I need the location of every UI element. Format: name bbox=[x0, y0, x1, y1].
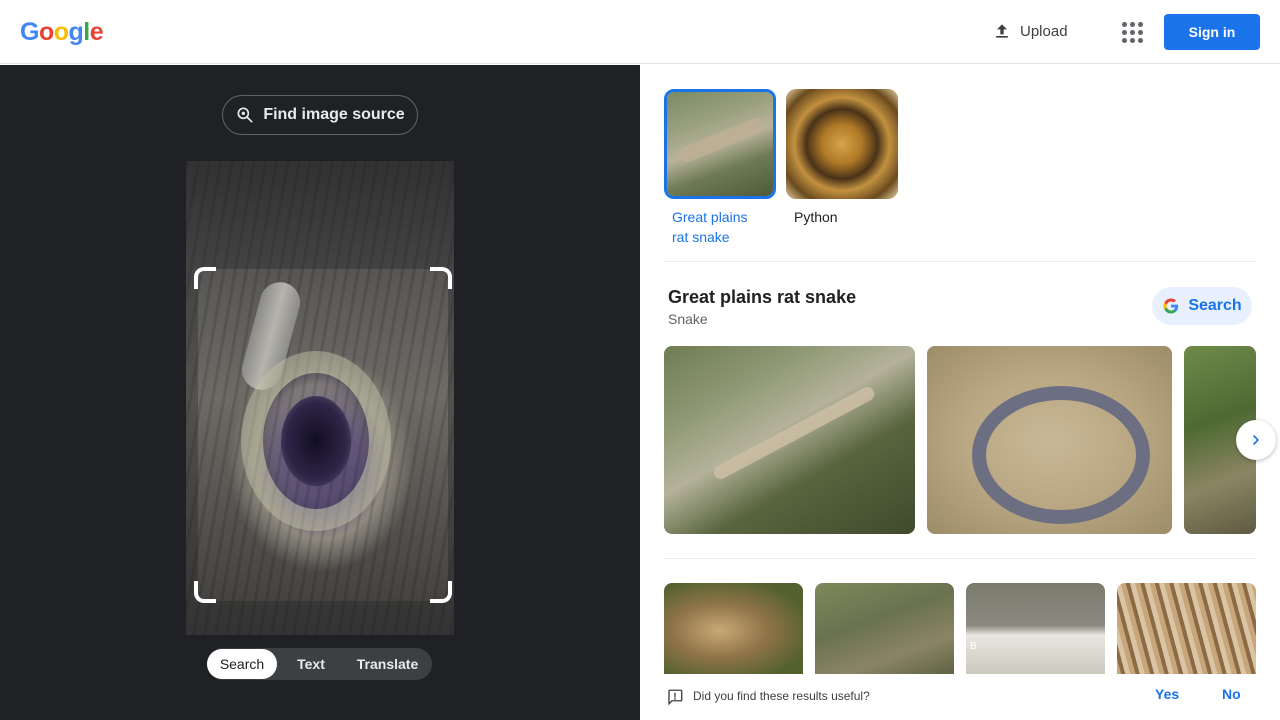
crop-selection-box[interactable] bbox=[194, 267, 452, 603]
find-image-source-button[interactable]: Find image source bbox=[222, 95, 418, 135]
mode-switch: Search Text Translate bbox=[207, 648, 432, 680]
result-image[interactable] bbox=[1117, 583, 1256, 678]
logo-letter: e bbox=[89, 18, 104, 46]
logo-letter: G bbox=[20, 18, 39, 46]
logo-letter: g bbox=[68, 18, 84, 46]
result-image[interactable]: B bbox=[966, 583, 1105, 678]
crop-handle-bottom-left[interactable] bbox=[194, 581, 216, 603]
google-g-icon bbox=[1163, 298, 1179, 314]
feedback-no-button[interactable]: No bbox=[1222, 686, 1241, 702]
header: Google Upload Sign in bbox=[0, 0, 1280, 64]
upload-button[interactable]: Upload bbox=[992, 21, 1068, 41]
result-subtitle: Snake bbox=[668, 311, 708, 327]
chevron-right-icon bbox=[1253, 435, 1259, 445]
feedback-bar: Did you find these results useful? Yes N… bbox=[640, 674, 1280, 720]
chip-thumbnail bbox=[786, 89, 898, 199]
mode-search-tab[interactable]: Search bbox=[207, 649, 277, 679]
result-image[interactable] bbox=[927, 346, 1172, 534]
chip-thumbnail bbox=[664, 89, 776, 199]
chip-label: Great plains rat snake bbox=[672, 209, 748, 245]
lens-search-icon bbox=[237, 107, 253, 123]
thumbnail-letter: B bbox=[970, 641, 977, 652]
crop-handle-top-right[interactable] bbox=[430, 267, 452, 289]
logo-letter: o bbox=[38, 18, 54, 46]
apps-grid-icon[interactable] bbox=[1120, 20, 1144, 44]
divider bbox=[664, 261, 1256, 262]
mode-translate-tab[interactable]: Translate bbox=[345, 649, 430, 679]
entity-chip-python[interactable]: Python bbox=[786, 89, 898, 227]
upload-label: Upload bbox=[1020, 22, 1068, 40]
results-panel: Great plains rat snake Python Great plai… bbox=[640, 65, 1280, 720]
upload-icon bbox=[996, 24, 1008, 38]
mode-text-tab[interactable]: Text bbox=[277, 649, 345, 679]
crop-handle-top-left[interactable] bbox=[194, 267, 216, 289]
result-image[interactable] bbox=[664, 583, 803, 678]
entity-chip-rat-snake[interactable]: Great plains rat snake bbox=[664, 89, 776, 247]
result-image[interactable] bbox=[664, 346, 915, 534]
image-preview-panel: Find image source Search Text Translate bbox=[0, 65, 640, 720]
carousel-next-button[interactable] bbox=[1236, 420, 1276, 460]
crop-handle-bottom-right[interactable] bbox=[430, 581, 452, 603]
chip-label: Python bbox=[794, 209, 838, 225]
feedback-question: Did you find these results useful? bbox=[693, 689, 870, 703]
logo-letter: o bbox=[53, 18, 69, 46]
divider bbox=[664, 558, 1256, 559]
feedback-icon bbox=[668, 689, 683, 706]
google-search-button[interactable]: Search bbox=[1152, 287, 1252, 325]
google-logo[interactable]: Google bbox=[20, 18, 104, 47]
sign-in-button[interactable]: Sign in bbox=[1164, 14, 1260, 50]
feedback-yes-button[interactable]: Yes bbox=[1155, 686, 1179, 702]
result-title: Great plains rat snake bbox=[668, 287, 857, 307]
result-image[interactable] bbox=[815, 583, 954, 678]
find-image-source-label: Find image source bbox=[263, 106, 405, 123]
search-label: Search bbox=[1188, 297, 1242, 314]
